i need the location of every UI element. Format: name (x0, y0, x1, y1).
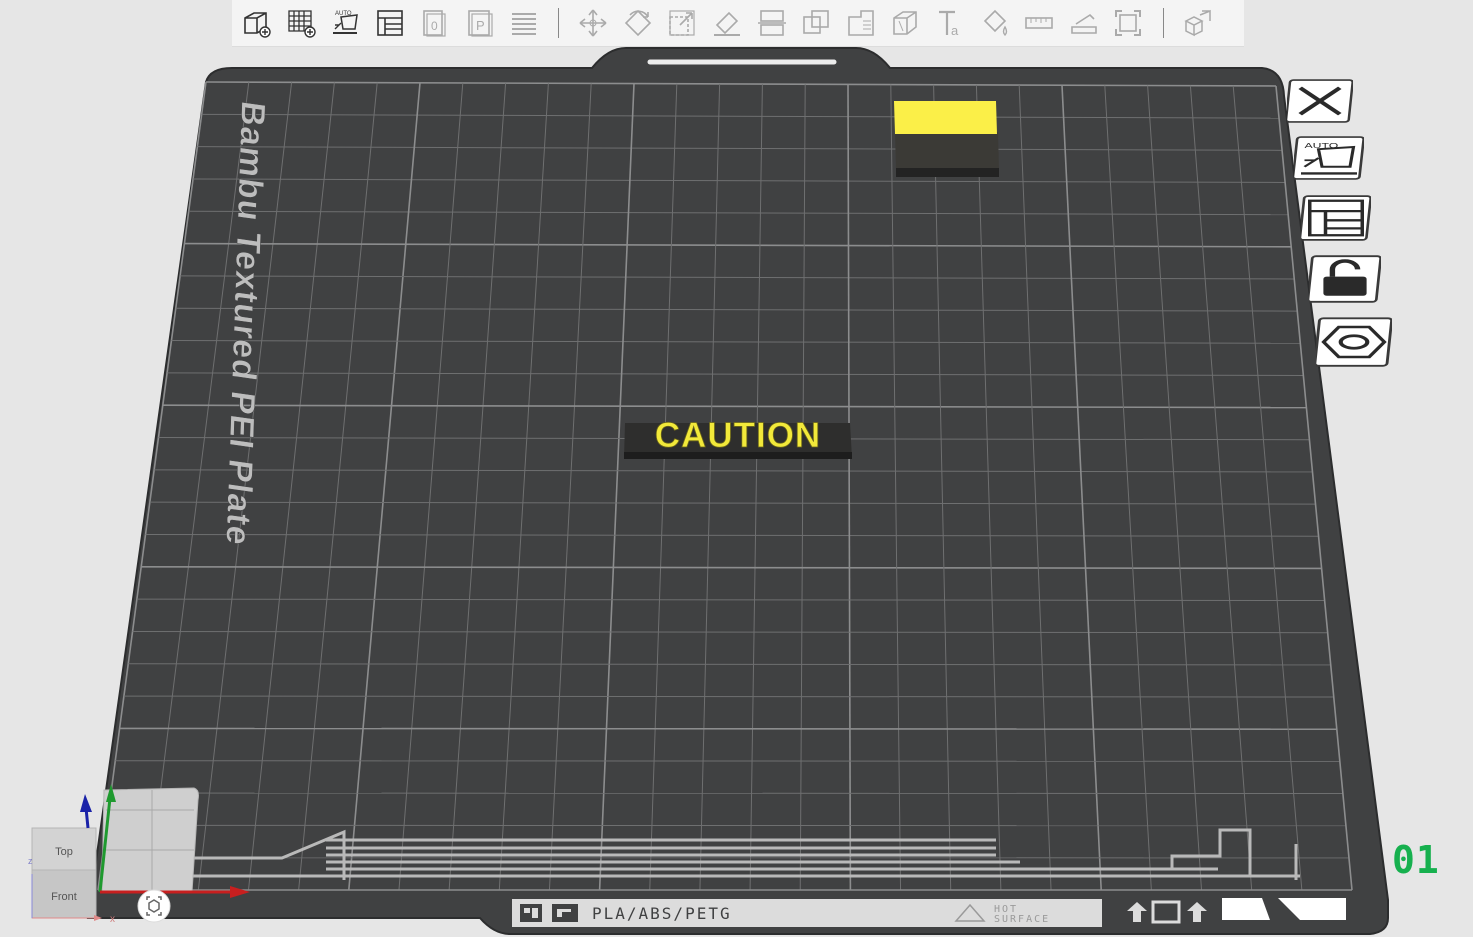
layers-icon (511, 13, 536, 35)
rotate-button[interactable] (618, 3, 658, 43)
fit-view-icon (1115, 10, 1142, 36)
add-cube-icon (244, 12, 271, 38)
assembly-button[interactable] (1064, 3, 1104, 43)
svg-text:0: 0 (431, 19, 438, 33)
navcube-right-face[interactable] (101, 787, 199, 893)
auto-orient-icon: AUTO (333, 11, 359, 34)
assembly-icon (1070, 13, 1097, 34)
add-cube-button[interactable] (236, 3, 276, 43)
seam-paint-icon (893, 11, 918, 35)
support-paint-button[interactable] (841, 3, 881, 43)
axis-x-label: x (110, 914, 115, 925)
toolbar-separator (558, 8, 560, 38)
toolbar-separator (1162, 8, 1164, 38)
rotate-icon (624, 9, 651, 37)
plate-number[interactable]: 01 (1392, 838, 1440, 882)
measure-button[interactable] (1019, 3, 1059, 43)
svg-text:P: P (476, 18, 485, 33)
navcube-top-label: Top (55, 846, 73, 858)
lay-on-face-button[interactable] (707, 3, 747, 43)
copy-icon: 0 (423, 10, 446, 37)
plate-settings-button[interactable] (1313, 317, 1394, 367)
z-axis-arrow (80, 794, 92, 812)
grid-line (119, 727, 1337, 731)
seam-paint-button[interactable] (885, 3, 925, 43)
add-plate-button[interactable] (281, 3, 321, 43)
paste-button[interactable]: P (459, 3, 499, 43)
arrange-button[interactable] (370, 3, 410, 43)
navcube-front-label: Front (51, 891, 77, 903)
add-plate-icon (287, 10, 316, 38)
support-paint-icon (847, 10, 874, 36)
caution-text: CAUTION (655, 416, 821, 455)
cut-button[interactable] (752, 3, 792, 43)
explode-button[interactable] (1178, 3, 1218, 43)
move-button[interactable] (573, 3, 613, 43)
explode-icon (1184, 9, 1211, 37)
color-paint-button[interactable] (975, 3, 1015, 43)
lock-plate-button[interactable] (1306, 255, 1382, 303)
axis-z-label: z (28, 856, 33, 866)
copy-button[interactable]: 0 (414, 3, 454, 43)
boolean-icon (803, 10, 829, 34)
grid-line (115, 760, 1340, 762)
reset-view-button[interactable] (137, 889, 171, 923)
layers-button[interactable] (504, 3, 544, 43)
scale-button[interactable] (662, 3, 702, 43)
surface-label: SURFACE (994, 914, 1050, 925)
svg-text:a: a (951, 23, 959, 38)
boolean-button[interactable] (796, 3, 836, 43)
auto-orient-button[interactable]: AUTO (325, 3, 365, 43)
measure-icon (1025, 17, 1053, 29)
color-paint-icon (983, 9, 1007, 36)
lay-on-face-icon (713, 11, 740, 36)
text-icon: a (938, 10, 959, 38)
x-axis-arrow (230, 886, 250, 898)
main-toolbar: AUTO 0 Pa (232, 0, 1244, 47)
cut-icon (757, 10, 786, 36)
move-icon (579, 9, 607, 37)
view-navigation-cube[interactable]: Top Front x z (22, 780, 262, 930)
auto-orient-plate-button[interactable]: AUTO (1291, 136, 1365, 180)
block-object[interactable] (894, 101, 999, 177)
text-button[interactable]: a (930, 3, 970, 43)
close-plate-button[interactable] (1284, 79, 1354, 123)
fit-view-button[interactable] (1108, 3, 1148, 43)
caution-sign-object[interactable]: CAUTION (624, 416, 852, 459)
plate-material-label: PLA/ABS/PETG (592, 904, 732, 923)
scale-icon (669, 10, 695, 36)
arrange-icon (376, 10, 403, 36)
paste-icon: P (468, 10, 493, 37)
arrange-plate-button[interactable] (1298, 195, 1372, 241)
